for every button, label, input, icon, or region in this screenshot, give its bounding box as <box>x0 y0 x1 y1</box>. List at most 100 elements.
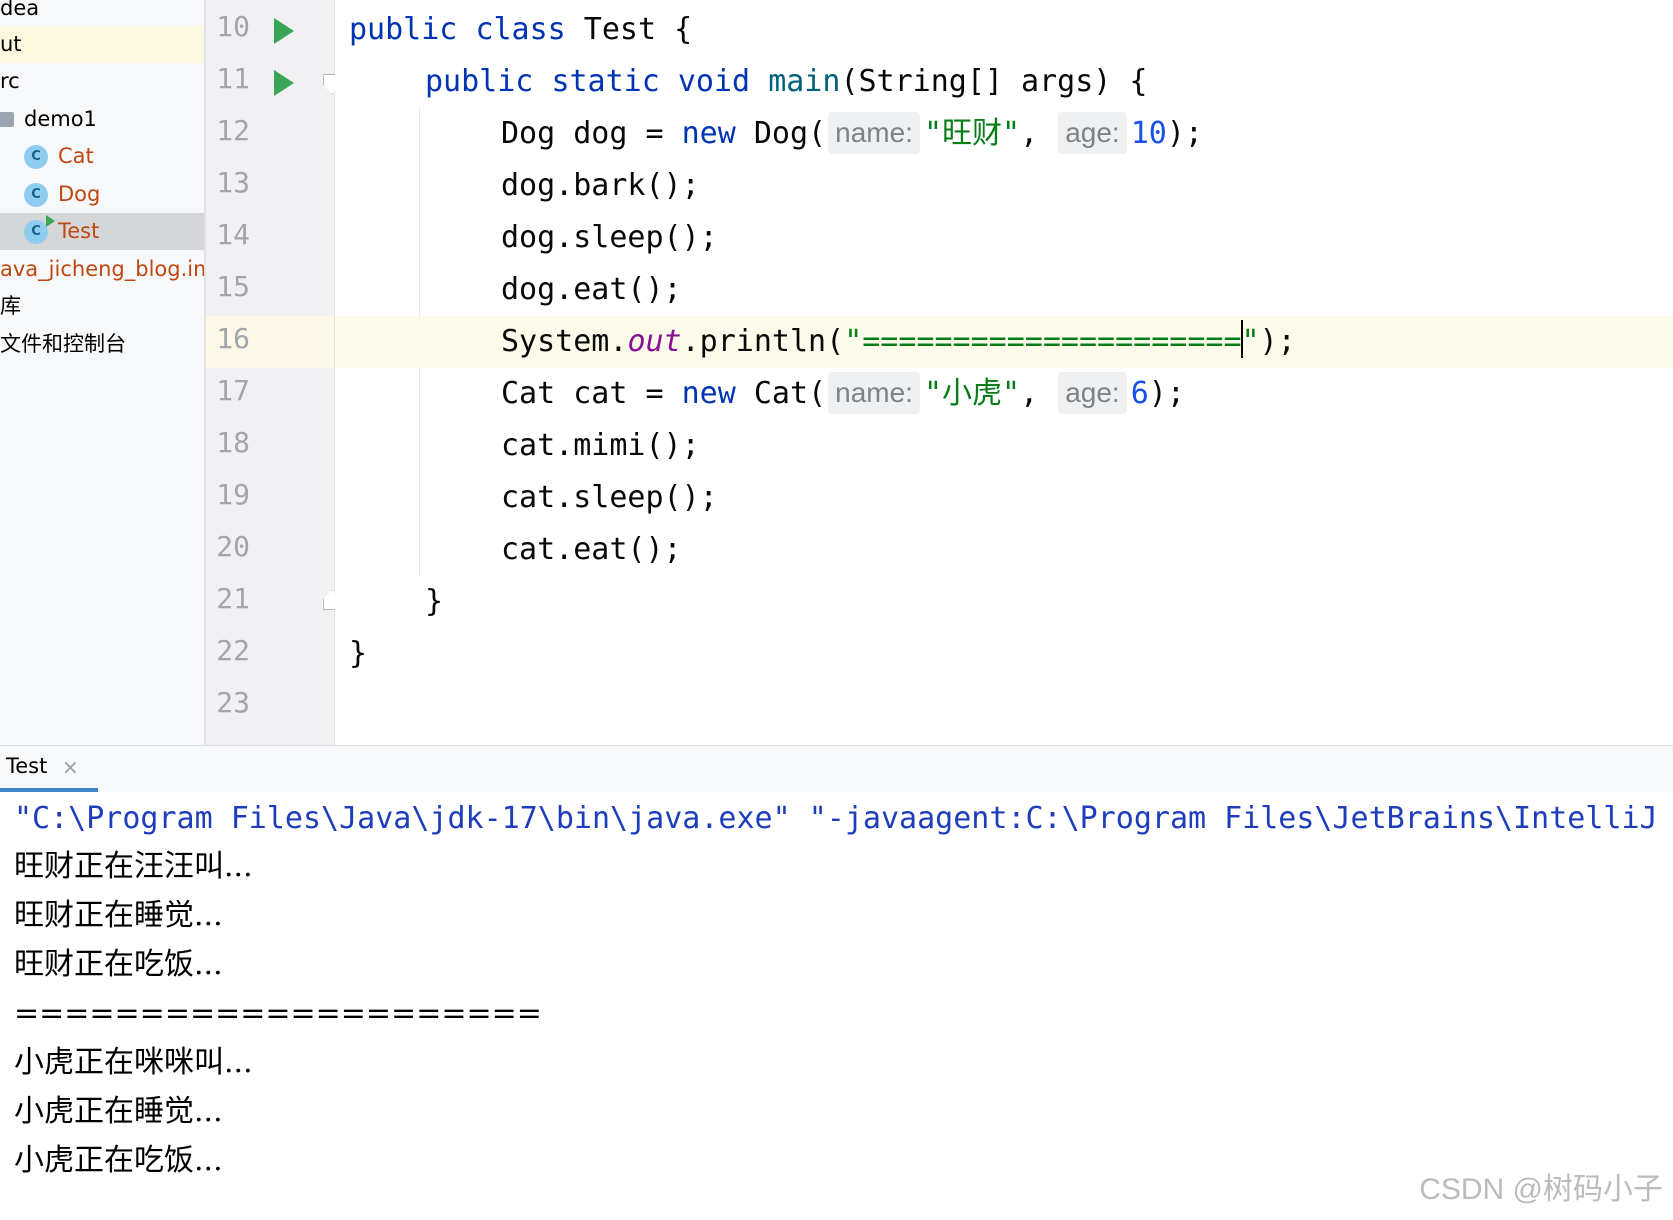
line-number: 22 <box>216 634 250 667</box>
code-editor[interactable]: public class Test { public static void m… <box>335 0 1673 745</box>
class-icon-letter: C <box>31 224 41 239</box>
run-tab-test[interactable]: Test × <box>0 746 98 792</box>
string-literal: " <box>1241 324 1260 359</box>
console-output-line: 小虎正在睡觉... <box>14 1094 223 1129</box>
code-text: System. <box>501 324 628 359</box>
tree-item-label: dea <box>0 0 40 20</box>
run-console[interactable]: "C:\Program Files\Java\jdk-17\bin\java.e… <box>0 792 1673 1220</box>
parameter-hint: name: <box>828 112 920 154</box>
project-tree-panel: dea ut rc demo1 C Cat C Dog C Test ava_j… <box>0 0 206 745</box>
runnable-class-icon: C <box>24 215 55 244</box>
line-number: 17 <box>216 374 250 407</box>
console-output-line: 旺财正在汪汪叫... <box>14 849 253 884</box>
code-text: ); <box>1148 376 1185 411</box>
code-text: .println( <box>681 324 845 359</box>
number-literal: 6 <box>1130 376 1149 411</box>
console-command-line: "C:\Program Files\Java\jdk-17\bin\java.e… <box>14 801 1673 836</box>
tab-label: Test <box>6 754 48 778</box>
code-text: Dog dog = <box>501 116 682 151</box>
code-line-14[interactable]: dog.sleep(); <box>335 212 1673 264</box>
tree-item-iml[interactable]: ava_jicheng_blog.iml <box>0 251 204 288</box>
code-line-22[interactable]: } <box>335 628 1673 680</box>
code-text: Dog( <box>735 116 827 151</box>
keyword: class <box>475 12 566 47</box>
run-class-icon[interactable] <box>274 18 294 44</box>
code-line-18[interactable]: cat.mimi(); <box>335 420 1673 472</box>
code-line-16[interactable]: System.out.println("====================… <box>335 316 1673 368</box>
watermark: CSDN @树码小子 <box>1419 1173 1663 1206</box>
keyword: public <box>425 64 534 99</box>
parameter-hint: age: <box>1058 112 1127 154</box>
line-number: 13 <box>216 166 250 199</box>
console-output-line: ===================== <box>14 996 542 1031</box>
keyword: void <box>677 64 751 99</box>
code-line-12[interactable]: Dog dog = new Dog(name: "旺财", age: 10); <box>335 108 1673 160</box>
line-number: 12 <box>216 114 250 147</box>
code-line-10[interactable]: public class Test { <box>335 4 1673 56</box>
code-text: , <box>1020 116 1039 151</box>
static-field: out <box>627 324 682 359</box>
tree-item-test[interactable]: C Test <box>0 213 204 250</box>
tree-item-cat[interactable]: C Cat <box>0 138 204 175</box>
line-number: 14 <box>216 218 250 251</box>
tree-item-src[interactable]: rc <box>0 63 204 100</box>
line-number: 18 <box>216 426 250 459</box>
console-output-line: 小虎正在咪咪叫... <box>14 1045 253 1080</box>
code-line-20[interactable]: cat.eat(); <box>335 524 1673 576</box>
keyword: new <box>681 376 736 411</box>
code-text: Cat( <box>735 376 827 411</box>
run-badge-icon <box>46 215 55 227</box>
console-output-line: 旺财正在吃饭... <box>14 947 223 982</box>
tree-item-scratches[interactable]: 文件和控制台 <box>0 326 204 363</box>
code-text: Cat cat = <box>501 376 682 411</box>
code-text: ); <box>1166 116 1203 151</box>
tree-item-label: rc <box>0 69 20 93</box>
code-text: (String[] args) { <box>840 64 1148 99</box>
tree-item-label: 库 <box>0 294 21 318</box>
string-literal: "===================== <box>844 324 1242 359</box>
line-number: 21 <box>216 582 250 615</box>
keyword: static <box>551 64 660 99</box>
code-text: ); <box>1259 324 1296 359</box>
keyword: new <box>681 116 736 151</box>
tree-item-dog[interactable]: C Dog <box>0 176 204 213</box>
tree-item-label: Test <box>58 219 100 243</box>
code-line-17[interactable]: Cat cat = new Cat(name: "小虎", age: 6); <box>335 368 1673 420</box>
keyword: public <box>349 12 458 47</box>
tree-item-label: 文件和控制台 <box>0 332 126 356</box>
code-line-23[interactable] <box>335 680 1673 732</box>
number-literal: 10 <box>1130 116 1167 151</box>
run-main-icon[interactable] <box>274 70 294 96</box>
string-literal: "小虎" <box>923 376 1021 411</box>
code-line-15[interactable]: dog.eat(); <box>335 264 1673 316</box>
line-number: 16 <box>216 322 250 355</box>
tree-item-label: demo1 <box>24 107 97 131</box>
parameter-hint: age: <box>1058 372 1127 414</box>
code-line-21[interactable]: } <box>335 576 1673 628</box>
class-icon: C <box>24 145 48 169</box>
code-line-19[interactable]: cat.sleep(); <box>335 472 1673 524</box>
line-number: 23 <box>216 686 250 719</box>
code-line-13[interactable]: dog.bark(); <box>335 160 1673 212</box>
tree-item-out[interactable]: ut <box>0 26 204 63</box>
tree-item-demo1[interactable]: demo1 <box>0 101 204 138</box>
method-name: main <box>768 64 841 99</box>
line-number: 20 <box>216 530 250 563</box>
tree-item-label: Cat <box>58 144 94 168</box>
code-text: Test { <box>565 12 693 47</box>
tree-item-label: ava_jicheng_blog.iml <box>0 257 206 281</box>
editor-gutter: 10 11 12 13 14 15 16 17 18 19 20 21 22 2… <box>206 0 341 745</box>
line-number: 15 <box>216 270 250 303</box>
line-number: 10 <box>216 10 250 43</box>
tree-item-external-libraries[interactable]: 库 <box>0 288 204 325</box>
code-text: , <box>1020 376 1039 411</box>
string-literal: "旺财" <box>923 116 1021 151</box>
run-tool-window-header: Test × <box>0 745 1673 793</box>
close-icon[interactable]: × <box>62 755 79 779</box>
console-output-line: 小虎正在吃饭... <box>14 1143 223 1178</box>
tree-item-idea[interactable]: dea <box>0 0 204 27</box>
code-line-11[interactable]: public static void main(String[] args) { <box>335 56 1673 108</box>
class-icon: C <box>24 183 48 207</box>
line-number: 19 <box>216 478 250 511</box>
tree-item-label: ut <box>0 32 22 56</box>
